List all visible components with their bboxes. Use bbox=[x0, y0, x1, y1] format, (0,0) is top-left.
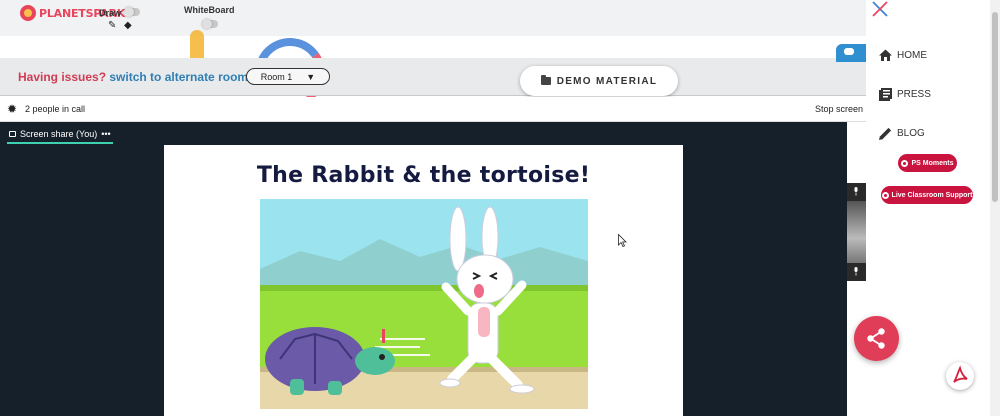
people-in-call: 2 people in call bbox=[25, 104, 86, 114]
close-icon[interactable] bbox=[871, 0, 889, 18]
issue-label: Having issues? bbox=[18, 70, 107, 84]
whiteboard-label: WhiteBoard bbox=[184, 5, 235, 15]
share-icon bbox=[867, 328, 885, 349]
screen-share-tab[interactable]: Screen share (You) ••• bbox=[7, 126, 113, 144]
folder-icon bbox=[540, 75, 551, 85]
stop-screen-button[interactable]: Stop screen bbox=[815, 104, 863, 114]
draw-label: Draw bbox=[99, 8, 122, 18]
screen-share-label: Screen share (You) bbox=[20, 129, 98, 139]
switch-room-link[interactable]: switch to alternate room bbox=[109, 70, 248, 84]
share-button[interactable] bbox=[854, 316, 899, 361]
ps-moments-label: PS Moments bbox=[911, 159, 954, 167]
live-classroom-support-button[interactable]: Live Classroom Support bbox=[881, 186, 973, 204]
pdf-button[interactable] bbox=[946, 362, 974, 390]
play-icon bbox=[881, 191, 889, 199]
sidebar-item-press[interactable]: PRESS bbox=[878, 87, 931, 102]
microphone-icon[interactable] bbox=[853, 187, 859, 196]
whiteboard-toggle[interactable] bbox=[202, 19, 218, 29]
scrollbar[interactable] bbox=[990, 0, 1000, 416]
logo-mark-icon bbox=[20, 5, 36, 21]
pencil-icon[interactable]: ✎ bbox=[108, 20, 116, 31]
draw-toggle[interactable] bbox=[124, 7, 140, 17]
participant-video-tile[interactable] bbox=[847, 183, 866, 281]
participant-video bbox=[847, 201, 866, 263]
pdf-icon bbox=[953, 365, 968, 383]
ps-moments-button[interactable]: PS Moments bbox=[898, 154, 957, 172]
live-support-label: Live Classroom Support bbox=[891, 191, 973, 199]
demo-material-label: DEMO MATERIAL bbox=[556, 75, 658, 87]
issue-message: Having issues? switch to alternate room bbox=[18, 70, 248, 84]
sidebar-item-label: BLOG bbox=[897, 128, 925, 139]
more-options-icon[interactable]: ••• bbox=[101, 129, 110, 139]
eraser-icon[interactable]: ◆ bbox=[124, 20, 132, 31]
presentation-slide: The Rabbit & the tortoise! bbox=[164, 145, 683, 416]
microphone-icon[interactable] bbox=[853, 267, 859, 276]
press-icon bbox=[879, 88, 892, 101]
issue-bar: Having issues? switch to alternate room … bbox=[0, 58, 866, 96]
sidebar-item-label: HOME bbox=[897, 50, 927, 61]
home-icon bbox=[879, 49, 892, 61]
rabbit-tortoise-illustration bbox=[260, 199, 588, 409]
video-stage: Screen share (You) ••• The Rabbit & the … bbox=[0, 122, 847, 416]
call-bar: ✹ 2 people in call Stop screen bbox=[0, 97, 866, 122]
room-select[interactable]: Room 1 ▼ bbox=[246, 68, 330, 85]
demo-material-button[interactable]: DEMO MATERIAL bbox=[520, 66, 678, 96]
scrollbar-thumb[interactable] bbox=[992, 12, 998, 202]
dropdown-arrow-icon: ▼ bbox=[306, 71, 316, 82]
play-icon bbox=[901, 159, 909, 167]
pencil-icon bbox=[879, 127, 892, 140]
screen-share-icon bbox=[9, 131, 16, 137]
gear-icon[interactable]: ✹ bbox=[7, 102, 17, 116]
slide-title: The Rabbit & the tortoise! bbox=[256, 163, 591, 188]
sidebar-item-blog[interactable]: BLOG bbox=[878, 126, 925, 141]
room-select-value: Room 1 bbox=[260, 71, 293, 82]
mouse-cursor-icon bbox=[618, 234, 627, 247]
sidebar-item-home[interactable]: HOME bbox=[878, 48, 927, 63]
sidebar-item-label: PRESS bbox=[897, 89, 931, 100]
chat-icon[interactable] bbox=[836, 44, 866, 62]
